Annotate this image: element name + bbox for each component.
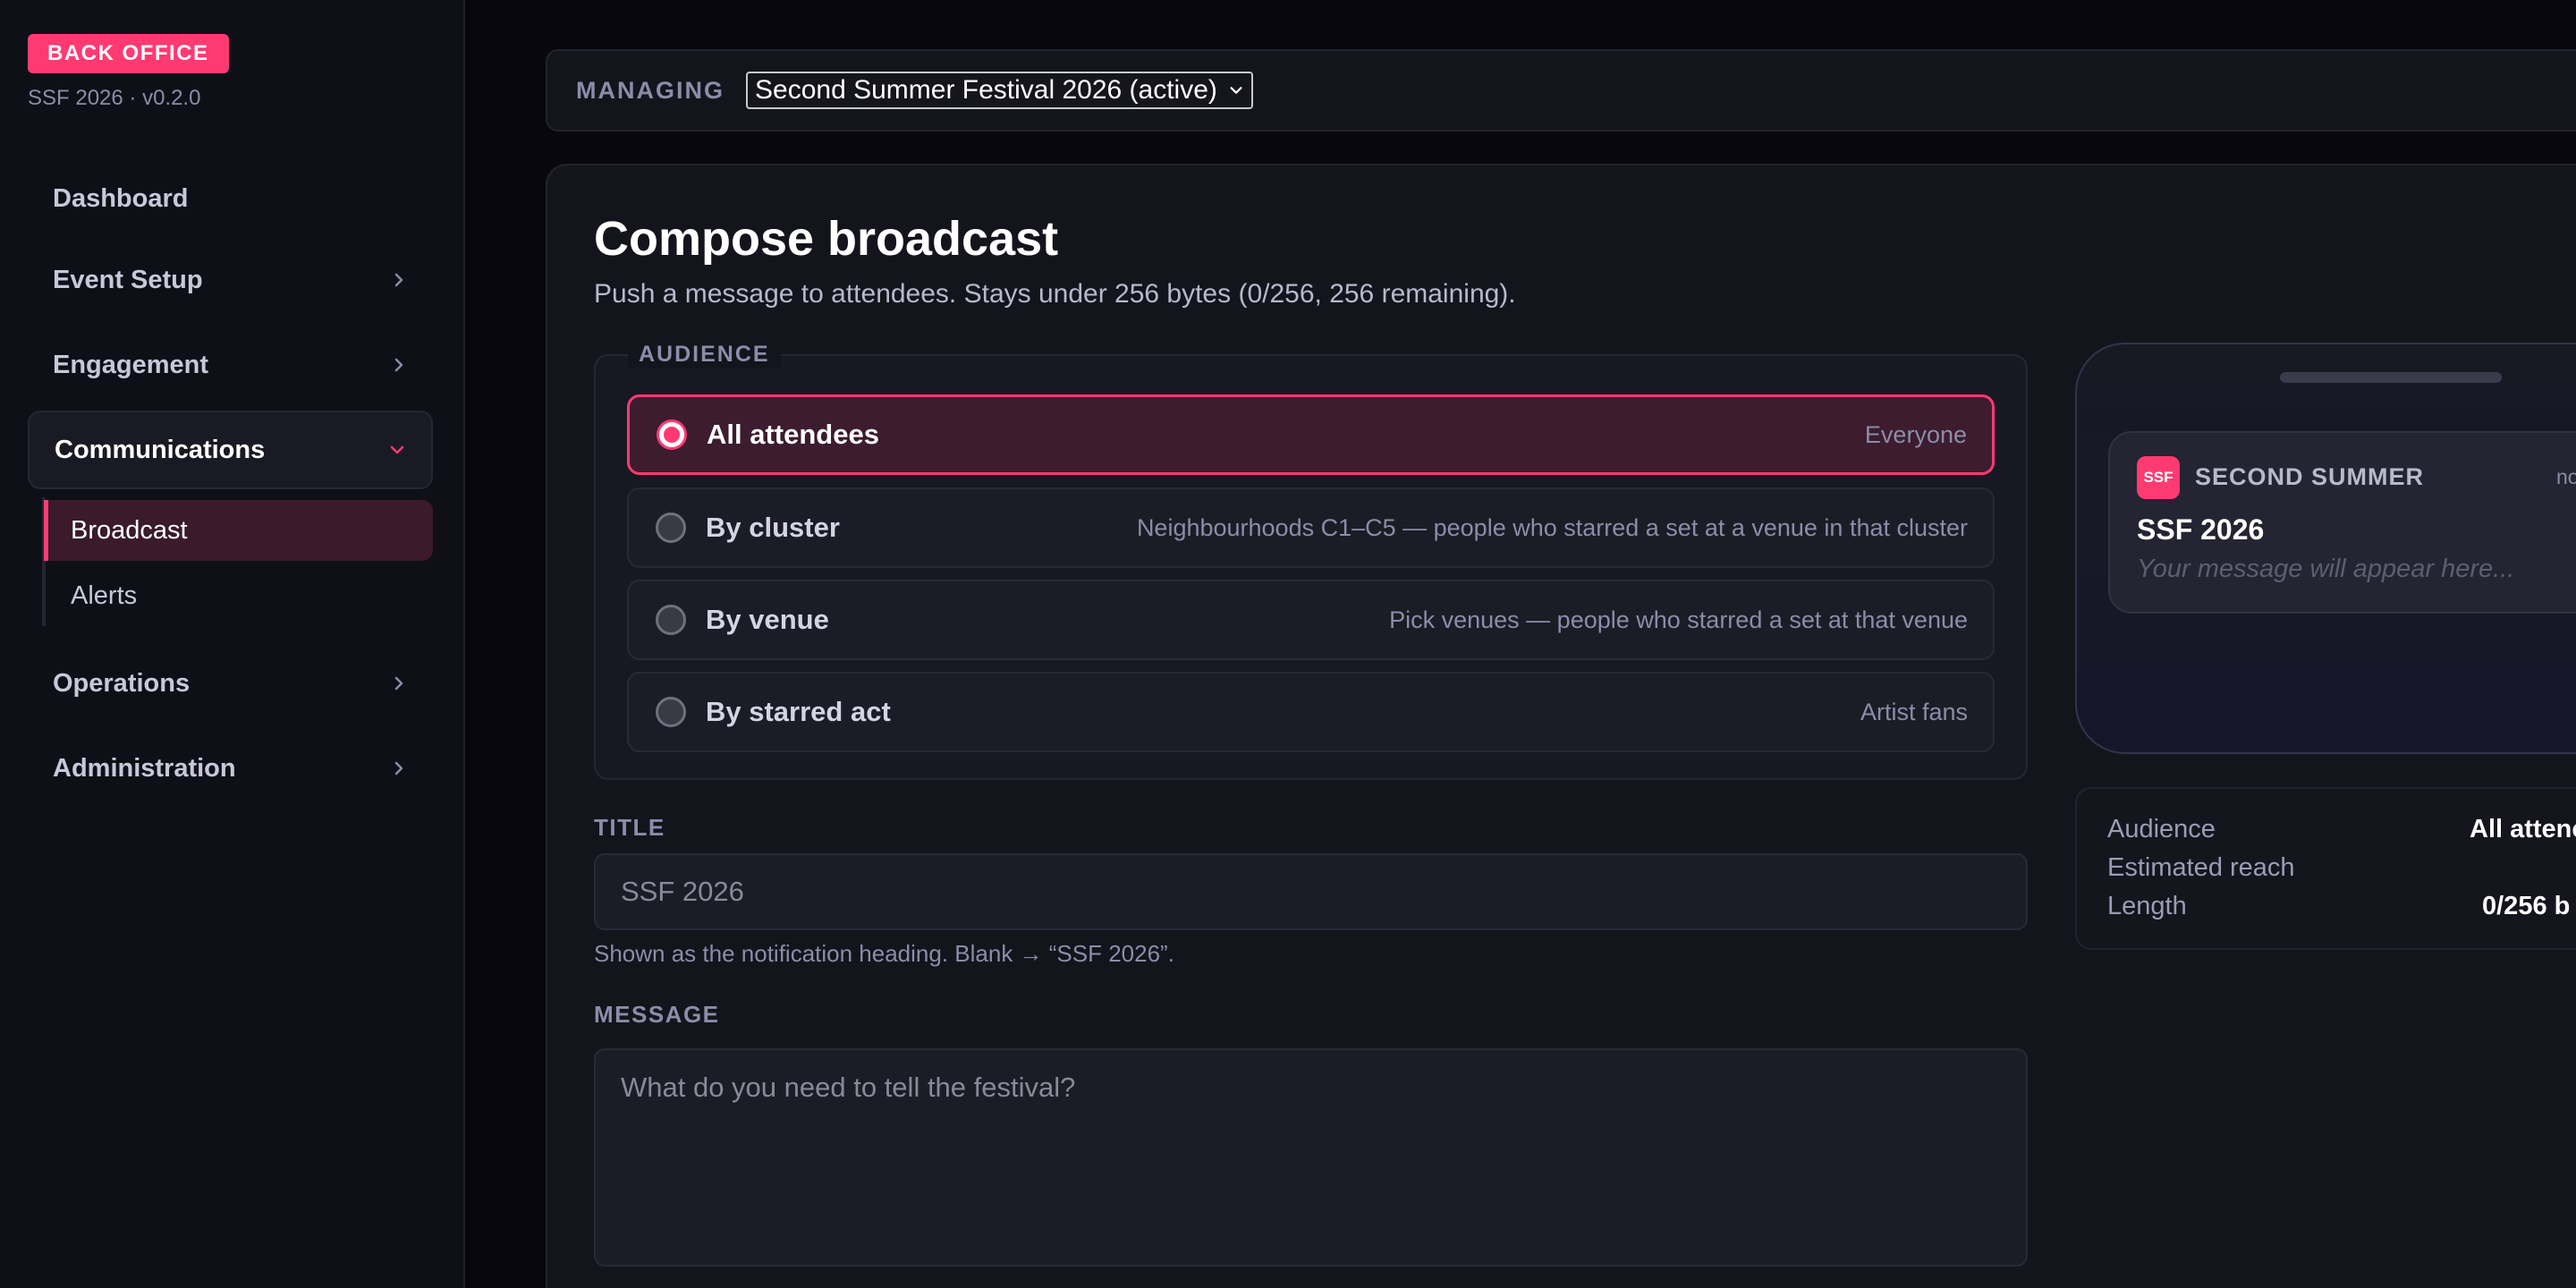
radio[interactable] [656,697,686,727]
sidebar-item-label: Dashboard [53,183,189,213]
chevron-down-icon [390,445,404,454]
phone-notch [2280,372,2502,383]
sidebar-subitem-label: Alerts [71,580,138,610]
sidebar: BACK OFFICE SSF 2026 · v0.2.0 Dashboard … [0,0,465,1288]
event-select[interactable]: Second Summer Festival 2026 (active) [746,72,1253,109]
radio[interactable] [656,605,686,635]
app-icon: SSF [2137,456,2180,499]
summary-label-length: Length [2107,892,2187,920]
sidebar-subitem-alerts[interactable]: Alerts [44,565,433,626]
title-hint: Shown as the notification heading. Blank… [594,940,1174,967]
notification-title: SSF 2026 [2137,513,2265,546]
sidebar-item-engagement[interactable]: Engagement [28,326,433,404]
sidebar-item-communications[interactable]: Communications [28,411,433,489]
audience-option-desc: Artist fans [1860,698,1968,725]
audience-option-label: All attendees [707,419,879,450]
notification-time: no [2556,465,2576,488]
page-title: Compose broadcast [594,212,1059,266]
audience-option-label: By venue [706,604,829,635]
chevron-right-icon [394,676,403,691]
sidebar-item-label: Operations [53,668,191,698]
sidebar-item-operations[interactable]: Operations [28,644,433,723]
audience-option-desc: Pick venues — people who starred a set a… [1389,606,1968,633]
radio-selected[interactable] [657,419,687,450]
audience-option-cluster[interactable]: By cluster Neighbourhoods C1–C5 — people… [627,487,1995,568]
back-office-badge: BACK OFFICE [28,34,229,73]
audience-option-all[interactable]: All attendees Everyone [627,394,1995,475]
summary-value-length: 0/256 b [2482,892,2571,920]
summary-value-audience: All attenc [2470,815,2576,843]
audience-legend: AUDIENCE [628,342,781,368]
chevron-right-icon [394,761,403,775]
radio[interactable] [656,513,686,543]
sidebar-item-label: Administration [53,753,236,783]
chevron-down-icon [1230,87,1242,94]
sidebar-item-administration[interactable]: Administration [28,729,433,808]
audience-option-desc: Everyone [1864,420,1967,448]
sidebar-item-event-setup[interactable]: Event Setup [28,241,433,319]
sidebar-item-label: Engagement [53,350,209,379]
sidebar-subitem-label: Broadcast [71,515,188,545]
title-label: TITLE [594,814,665,841]
chevron-right-icon [394,273,403,287]
summary-label-audience: Audience [2107,815,2216,843]
message-input[interactable] [594,1048,2028,1267]
audience-option-starred-act[interactable]: By starred act Artist fans [627,672,1995,752]
audience-option-venue[interactable]: By venue Pick venues — people who starre… [627,580,1995,660]
chevron-right-icon [394,358,403,372]
sidebar-subitem-broadcast[interactable]: Broadcast [44,500,433,561]
event-select-value: Second Summer Festival 2026 (active) [755,75,1217,105]
managing-bar: MANAGING Second Summer Festival 2026 (ac… [546,49,2576,131]
sidebar-item-label: Communications [55,435,266,464]
message-label: MESSAGE [594,1001,720,1028]
app-version: SSF 2026 · v0.2.0 [28,86,201,110]
summary-label-reach: Estimated reach [2107,853,2295,882]
page-subtitle: Push a message to attendees. Stays under… [594,279,1516,309]
managing-label: MANAGING [576,76,724,104]
audience-option-label: By cluster [706,512,840,543]
notification-app-name: SECOND SUMMER [2195,463,2425,490]
sidebar-item-dashboard[interactable]: Dashboard [28,159,433,238]
sidebar-item-label: Event Setup [53,265,203,294]
title-input[interactable] [594,853,2028,930]
audience-option-label: By starred act [706,696,891,727]
audience-option-desc: Neighbourhoods C1–C5 — people who starre… [1136,513,1968,541]
notification-body: Your message will appear here... [2137,555,2515,583]
